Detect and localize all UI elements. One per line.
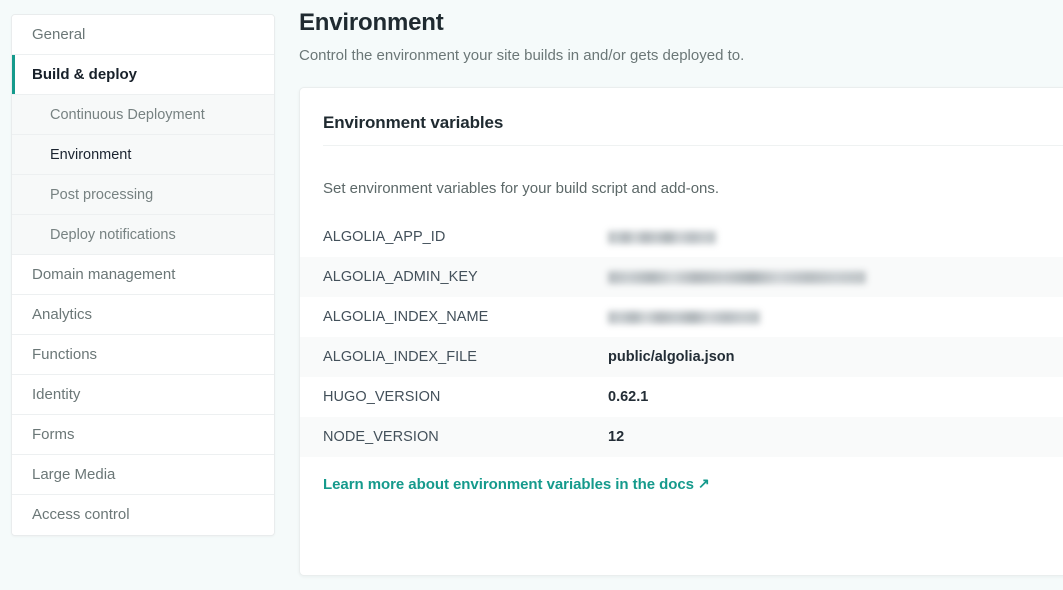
sidebar-item-analytics[interactable]: Analytics [12,295,274,335]
sidebar-item-general[interactable]: General [12,15,274,55]
sidebar-item-functions[interactable]: Functions [12,335,274,375]
sidebar-item-forms[interactable]: Forms [12,415,274,455]
docs-link[interactable]: Learn more about environment variables i… [323,476,710,493]
sidebar-item-environment[interactable]: Environment [12,135,274,175]
variable-key: ALGOLIA_APP_ID [300,229,608,245]
settings-page: GeneralBuild & deployContinuous Deployme… [0,0,1063,590]
variable-value-redacted [608,311,760,324]
settings-sidebar: GeneralBuild & deployContinuous Deployme… [11,14,275,536]
page-subtitle: Control the environment your site builds… [299,46,1063,66]
variable-value-redacted [608,231,716,244]
variable-key: NODE_VERSION [300,429,608,445]
environment-variables-table: ALGOLIA_APP_ID ALGOLIA_ADMIN_KEY ALGOLIA_I… [300,217,1063,457]
table-row: ALGOLIA_APP_ID [300,217,1063,257]
variable-key: ALGOLIA_ADMIN_KEY [300,269,608,285]
page-title: Environment [299,8,1063,38]
variable-value: 0.62.1 [608,389,648,405]
variable-key: ALGOLIA_INDEX_NAME [300,309,608,325]
variable-value: public/algolia.json [608,349,735,365]
main-content: Environment Control the environment your… [299,0,1063,590]
sidebar-item-access-control[interactable]: Access control [12,495,274,535]
card-description: Set environment variables for your build… [323,180,719,197]
page-header: Environment Control the environment your… [299,0,1063,66]
variable-value-redacted [608,271,866,284]
card-title: Environment variables [323,113,503,133]
docs-link-label: Learn more about environment variables i… [323,476,694,493]
variable-value: 12 [608,429,624,445]
table-row: ALGOLIA_INDEX_FILEpublic/algolia.json [300,337,1063,377]
external-link-arrow-icon: ↗ [698,475,710,492]
variable-key: HUGO_VERSION [300,389,608,405]
table-row: HUGO_VERSION0.62.1 [300,377,1063,417]
variable-key: ALGOLIA_INDEX_FILE [300,349,608,365]
sidebar-item-continuous-deployment[interactable]: Continuous Deployment [12,95,274,135]
sidebar-item-large-media[interactable]: Large Media [12,455,274,495]
sidebar-item-identity[interactable]: Identity [12,375,274,415]
table-row: ALGOLIA_INDEX_NAME [300,297,1063,337]
sidebar-item-post-processing[interactable]: Post processing [12,175,274,215]
sidebar-item-build-deploy[interactable]: Build & deploy [12,55,274,95]
environment-variables-card: Environment variables Set environment va… [299,87,1063,576]
table-row: NODE_VERSION12 [300,417,1063,457]
sidebar-item-domain-management[interactable]: Domain management [12,255,274,295]
sidebar-item-deploy-notifications[interactable]: Deploy notifications [12,215,274,255]
card-divider [323,145,1063,146]
table-row: ALGOLIA_ADMIN_KEY [300,257,1063,297]
